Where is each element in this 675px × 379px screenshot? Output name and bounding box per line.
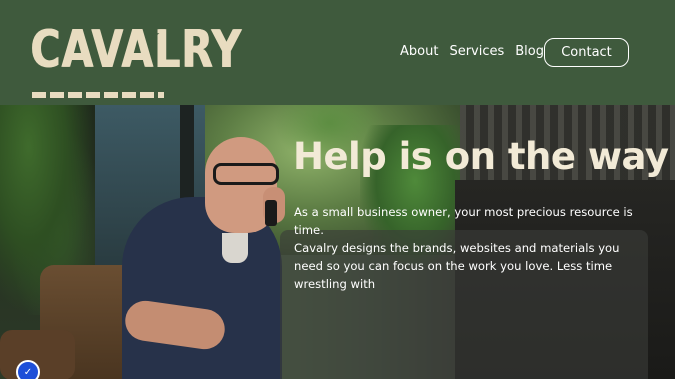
- nav-link-blog[interactable]: Blog: [515, 42, 544, 62]
- hero-paragraph-2: Cavalry designs the brands, websites and…: [294, 241, 620, 291]
- site-header: CAVALRY ★ About Services Blog Contact: [0, 0, 675, 105]
- logo-wordmark: CAVALRY: [30, 19, 242, 80]
- person-tshirt: [222, 233, 248, 263]
- nav-link-about[interactable]: About: [400, 42, 438, 62]
- shield-check-icon[interactable]: ✓: [16, 360, 40, 379]
- hero-title: Help is on the way: [293, 135, 669, 178]
- phone: [265, 200, 277, 226]
- nav-link-services[interactable]: Services: [449, 42, 504, 62]
- star-icon: ★: [148, 27, 161, 42]
- hero-paragraph-1: As a small business owner, your most pre…: [294, 205, 633, 237]
- main-nav: About Services Blog: [400, 42, 555, 62]
- logo-underline-bar: [32, 92, 164, 98]
- contact-button[interactable]: Contact: [544, 38, 629, 67]
- cavalry-logo[interactable]: CAVALRY ★: [30, 22, 241, 98]
- person-glasses: [213, 163, 279, 185]
